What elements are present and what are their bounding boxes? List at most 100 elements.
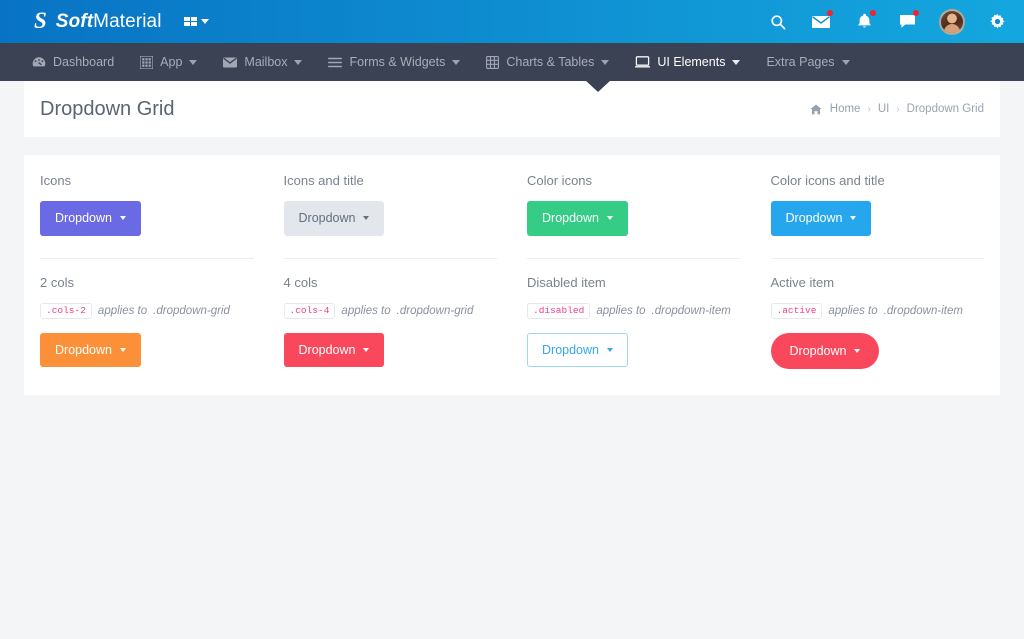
- code-badge: .disabled: [527, 302, 591, 319]
- apps-grid-icon: [183, 16, 198, 27]
- chevron-down-icon: [119, 216, 126, 221]
- code-badge: .cols-4: [283, 302, 336, 319]
- code-badge: .cols-2: [40, 302, 92, 319]
- chevron-down-icon: [841, 59, 850, 65]
- monitor-icon: [635, 56, 651, 68]
- example-title: Active item: [770, 274, 835, 290]
- example-2-cols: 2 cols .cols-2 applies to .dropdown-grid…: [40, 257, 254, 392]
- mail-icon[interactable]: [810, 9, 833, 33]
- dropdown-button-label: Dropdown: [542, 211, 599, 225]
- breadcrumb: Home › UI › Dropdown Grid: [810, 103, 984, 115]
- example-title: 2 cols: [40, 274, 74, 290]
- chevron-down-icon: [606, 216, 613, 221]
- example-disabled-item: Disabled item .disabled applies to .drop…: [527, 257, 741, 392]
- bell-icon[interactable]: [853, 9, 876, 33]
- chevron-down-icon: [119, 348, 126, 353]
- chevron-down-icon: [850, 216, 857, 221]
- topbar-actions: [767, 8, 1008, 35]
- breadcrumb-separator: ›: [867, 103, 871, 115]
- table-icon: [486, 55, 500, 69]
- nav-item-extra-pages[interactable]: Extra Pages: [766, 55, 850, 69]
- chevron-down-icon: [732, 59, 741, 65]
- chevron-down-icon: [452, 59, 461, 65]
- chevron-down-icon: [363, 216, 370, 221]
- envelope-icon: [223, 57, 238, 68]
- grid-apps-toggle[interactable]: [183, 16, 210, 27]
- example-title: Icons: [40, 173, 72, 188]
- nav-item-label: Extra Pages: [766, 55, 835, 69]
- nav-item-label: Forms & Widgets: [349, 55, 446, 69]
- bell-badge-dot: [870, 9, 876, 16]
- grid-column-1: Icons Dropdown 2 cols .cols-2 applies to…: [40, 155, 254, 395]
- dropdown-button-2-cols[interactable]: Dropdown: [40, 332, 141, 368]
- top-bar: S SoftMaterial: [0, 0, 1024, 43]
- dropdown-button-label: Dropdown: [785, 211, 843, 225]
- user-avatar[interactable]: [939, 8, 965, 35]
- breadcrumb-item-home[interactable]: Home: [830, 103, 861, 115]
- example-note: .disabled applies to .dropdown-item: [527, 302, 741, 319]
- code-badge: .active: [770, 302, 823, 319]
- nav-item-mailbox[interactable]: Mailbox: [223, 55, 303, 69]
- mail-badge-dot: [827, 9, 833, 16]
- nav-item-label: App: [160, 55, 183, 69]
- chat-badge-dot: [913, 9, 919, 16]
- dropdown-button-color-icons[interactable]: Dropdown: [527, 201, 628, 236]
- note-prefix: applies to: [341, 304, 391, 317]
- search-icon[interactable]: [767, 11, 789, 33]
- note-target: .dropdown-grid: [153, 304, 230, 317]
- brand-logo-icon: S: [34, 8, 47, 33]
- dropdown-button-disabled-item[interactable]: Dropdown: [527, 332, 628, 368]
- note-target: .dropdown-grid: [396, 304, 474, 317]
- speedometer-icon: [32, 56, 46, 69]
- example-title: 4 cols: [283, 274, 318, 290]
- chevron-down-icon: [189, 59, 198, 65]
- example-color-icons: Color icons Dropdown: [527, 155, 741, 258]
- grid-column-2: Icons and title Dropdown 4 cols .cols-4 …: [283, 155, 498, 395]
- dropdown-button-color-icons-and-title[interactable]: Dropdown: [770, 201, 872, 236]
- apps-grid-icon: [140, 55, 154, 69]
- example-4-cols: 4 cols .cols-4 applies to .dropdown-grid…: [283, 257, 497, 392]
- brand[interactable]: S SoftMaterial: [34, 8, 162, 33]
- navbar-active-notch: [585, 80, 611, 92]
- note-prefix: applies to: [828, 304, 878, 317]
- home-icon: [810, 104, 822, 115]
- dropdown-button-icons[interactable]: Dropdown: [40, 201, 141, 236]
- dropdown-button-active-item[interactable]: Dropdown: [770, 332, 880, 370]
- brand-title-light: Material: [93, 10, 162, 32]
- list-lines-icon: [328, 57, 343, 68]
- dropdown-button-label: Dropdown: [789, 343, 847, 358]
- chevron-down-icon: [606, 348, 613, 353]
- chevron-down-icon: [201, 19, 210, 24]
- breadcrumb-item-ui[interactable]: UI: [878, 103, 890, 115]
- example-icons: Icons Dropdown: [40, 155, 254, 258]
- chevron-down-icon: [294, 59, 303, 65]
- example-icons-and-title: Icons and title Dropdown: [283, 155, 498, 258]
- breadcrumb-separator: ›: [896, 103, 900, 115]
- example-note: .cols-2 applies to .dropdown-grid: [40, 302, 254, 319]
- dropdown-button-4-cols[interactable]: Dropdown: [283, 332, 385, 368]
- example-color-icons-and-title: Color icons and title Dropdown: [770, 155, 985, 258]
- nav-item-ui-elements[interactable]: UI Elements: [635, 55, 741, 69]
- dropdown-button-label: Dropdown: [542, 342, 599, 357]
- dropdown-button-icons-and-title[interactable]: Dropdown: [283, 201, 385, 236]
- dropdown-grid-card: Icons Dropdown 2 cols .cols-2 applies to…: [24, 155, 1000, 396]
- note-target: .dropdown-item: [883, 304, 963, 317]
- gear-icon[interactable]: [986, 11, 1008, 33]
- chevron-down-icon: [601, 59, 610, 65]
- dropdown-button-label: Dropdown: [55, 211, 112, 225]
- chat-icon[interactable]: [896, 9, 919, 33]
- nav-item-app[interactable]: App: [140, 55, 198, 69]
- grid-column-3: Color icons Dropdown Disabled item .disa…: [527, 155, 741, 395]
- note-prefix: applies to: [596, 304, 646, 317]
- chevron-down-icon: [363, 348, 370, 353]
- example-note: .active applies to .dropdown-item: [770, 302, 985, 319]
- dropdown-button-label: Dropdown: [55, 342, 112, 357]
- breadcrumb-item-current: Dropdown Grid: [906, 103, 984, 115]
- note-prefix: applies to: [97, 304, 148, 317]
- example-title: Disabled item: [527, 274, 606, 290]
- grid-column-4: Color icons and title Dropdown Active it…: [770, 155, 985, 395]
- nav-item-dashboard[interactable]: Dashboard: [32, 55, 114, 69]
- dropdown-button-label: Dropdown: [298, 342, 356, 357]
- nav-item-forms-widgets[interactable]: Forms & Widgets: [328, 55, 461, 69]
- nav-item-charts-tables[interactable]: Charts & Tables: [486, 55, 610, 69]
